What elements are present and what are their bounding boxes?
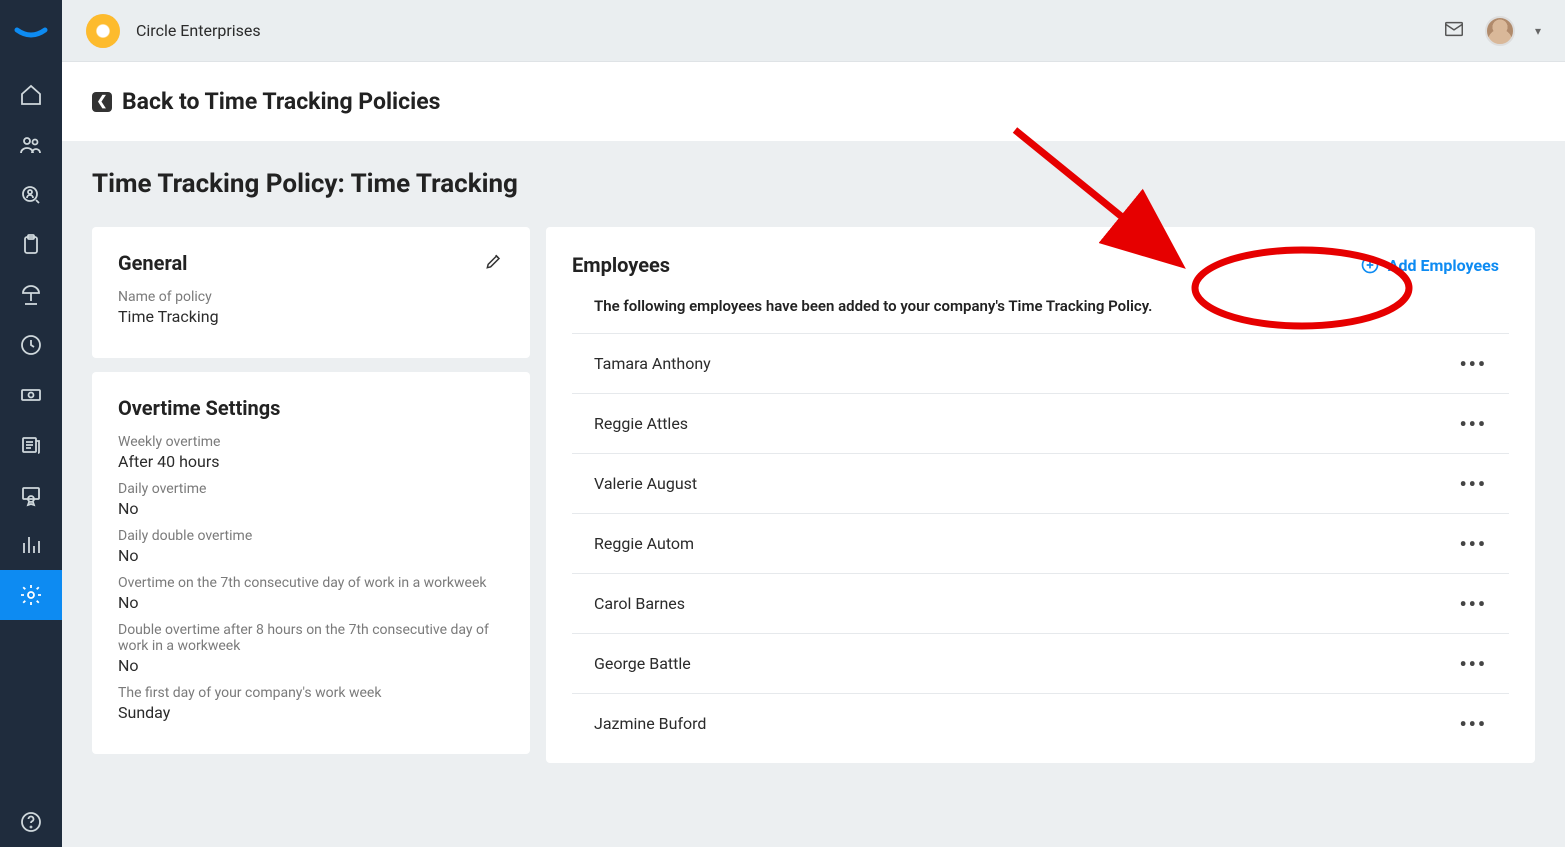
overtime-card: Overtime Settings Weekly overtime After … (92, 372, 530, 754)
employee-name: Reggie Autom (594, 534, 694, 553)
back-bar: ❮ Back to Time Tracking Policies (62, 62, 1565, 141)
back-arrow-icon: ❮ (92, 92, 112, 112)
employee-name: Carol Barnes (594, 594, 685, 613)
daily-ot-value: No (118, 499, 504, 518)
employees-card: Employees Add Employees The following em… (546, 227, 1535, 763)
employee-name: Jazmine Buford (594, 714, 706, 733)
first-day-value: Sunday (118, 703, 504, 722)
nav-reports[interactable] (0, 520, 62, 570)
user-avatar[interactable] (1485, 16, 1515, 46)
nav-home[interactable] (0, 70, 62, 120)
employee-actions-menu[interactable]: ••• (1459, 719, 1487, 729)
employee-actions-menu[interactable]: ••• (1459, 419, 1487, 429)
seventh-day-ot-label: Overtime on the 7th consecutive day of w… (118, 575, 504, 591)
employee-actions-menu[interactable]: ••• (1459, 659, 1487, 669)
company-name: Circle Enterprises (136, 21, 261, 40)
user-menu-chevron-icon[interactable]: ▾ (1535, 24, 1541, 38)
edit-general-button[interactable] (484, 251, 504, 275)
nav-clipboard[interactable] (0, 220, 62, 270)
nav-timeoff[interactable] (0, 270, 62, 320)
first-day-label: The first day of your company's work wee… (118, 685, 504, 701)
employee-actions-menu[interactable]: ••• (1459, 539, 1487, 549)
page-title: Time Tracking Policy: Time Tracking (92, 169, 1535, 199)
add-employees-button[interactable]: Add Employees (1350, 251, 1509, 279)
nav-people[interactable] (0, 120, 62, 170)
overtime-title: Overtime Settings (118, 396, 280, 420)
app-logo (11, 10, 51, 50)
employee-row: George Battle ••• (572, 633, 1509, 693)
add-employees-label: Add Employees (1388, 256, 1499, 275)
company-logo (86, 14, 120, 48)
double-seventh-ot-label: Double overtime after 8 hours on the 7th… (118, 622, 504, 654)
employee-actions-menu[interactable]: ••• (1459, 599, 1487, 609)
double-seventh-ot-value: No (118, 656, 504, 675)
policy-name-label: Name of policy (118, 289, 504, 305)
employee-name: Valerie August (594, 474, 697, 493)
nav-help[interactable] (0, 797, 62, 847)
employee-name: Tamara Anthony (594, 354, 711, 373)
employee-name: Reggie Attles (594, 414, 688, 433)
employee-row: Valerie August ••• (572, 453, 1509, 513)
employee-row: Jazmine Buford ••• (572, 693, 1509, 753)
employee-row: Reggie Attles ••• (572, 393, 1509, 453)
mail-icon[interactable] (1443, 18, 1465, 44)
nav-search-person[interactable] (0, 170, 62, 220)
employee-name: George Battle (594, 654, 691, 673)
sidebar (0, 0, 62, 847)
daily-ot-label: Daily overtime (118, 481, 504, 497)
back-link[interactable]: ❮ Back to Time Tracking Policies (92, 88, 1535, 115)
top-header: Circle Enterprises ▾ (62, 0, 1565, 62)
employee-row: Carol Barnes ••• (572, 573, 1509, 633)
nav-clock[interactable] (0, 320, 62, 370)
nav-settings[interactable] (0, 570, 62, 620)
plus-circle-icon (1360, 255, 1380, 275)
employee-row: Tamara Anthony ••• (572, 333, 1509, 393)
employees-note: The following employees have been added … (572, 297, 1509, 333)
weekly-ot-value: After 40 hours (118, 452, 504, 471)
nav-certificate[interactable] (0, 470, 62, 520)
employees-title: Employees (572, 253, 670, 277)
daily-double-ot-value: No (118, 546, 504, 565)
employee-row: Reggie Autom ••• (572, 513, 1509, 573)
employee-actions-menu[interactable]: ••• (1459, 359, 1487, 369)
nav-news[interactable] (0, 420, 62, 470)
back-link-label: Back to Time Tracking Policies (122, 88, 440, 115)
seventh-day-ot-value: No (118, 593, 504, 612)
nav-money[interactable] (0, 370, 62, 420)
policy-name-value: Time Tracking (118, 307, 504, 326)
main-area: ❮ Back to Time Tracking Policies Time Tr… (62, 62, 1565, 847)
general-card: General Name of policy Time Tracking (92, 227, 530, 358)
general-title: General (118, 251, 187, 275)
weekly-ot-label: Weekly overtime (118, 434, 504, 450)
employee-actions-menu[interactable]: ••• (1459, 479, 1487, 489)
daily-double-ot-label: Daily double overtime (118, 528, 504, 544)
